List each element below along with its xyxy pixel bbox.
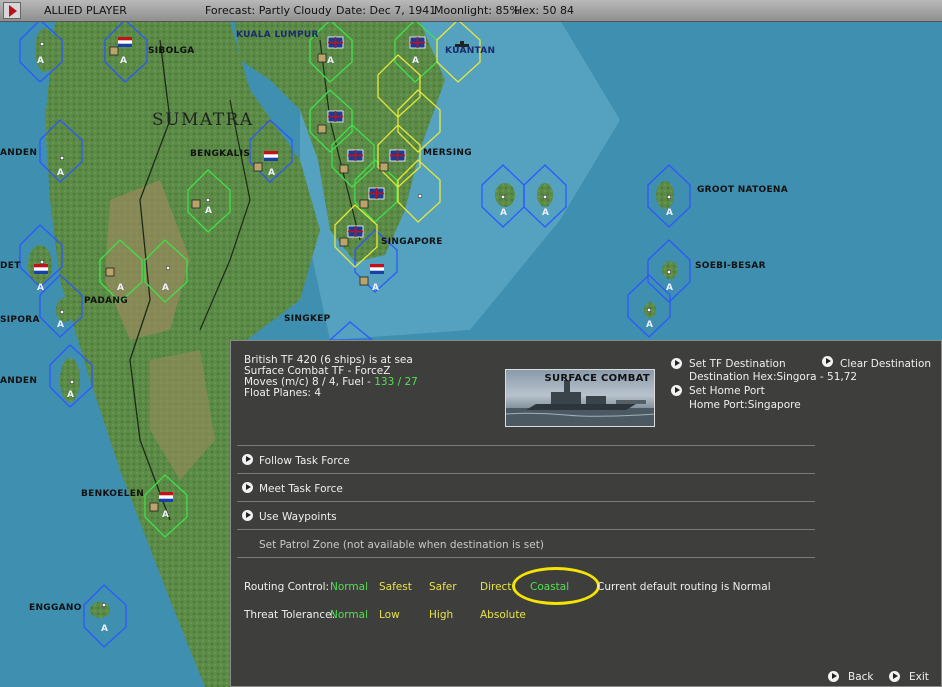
map-label-anden-north: ANDEN xyxy=(0,148,38,158)
top-status-bar: ALLIED PLAYER Forecast: Partly Cloudy Da… xyxy=(0,0,942,22)
set-patrol-zone-disabled: Set Patrol Zone (not available when dest… xyxy=(259,539,544,551)
divider xyxy=(237,501,815,502)
set-destination-button[interactable]: Set TF Destination xyxy=(689,358,786,370)
hex-letter: A xyxy=(37,283,45,293)
exit-icon[interactable] xyxy=(889,671,900,682)
map-label-anden-south: ANDEN xyxy=(0,376,38,386)
routing-control-label: Routing Control: xyxy=(244,581,330,593)
hex-letter: A xyxy=(646,320,654,330)
set-home-port-icon[interactable] xyxy=(671,385,682,396)
hex-coord-label: Hex: 50 84 xyxy=(514,4,575,17)
forecast-label: Forecast: Partly Cloudy xyxy=(205,4,332,17)
hex-letter: A xyxy=(120,56,128,66)
map-label-groot-natoena: GROOT NATOENA xyxy=(697,185,789,195)
map-label-singapore: SINGAPORE xyxy=(381,237,443,247)
hex-letter: A xyxy=(57,320,65,330)
set-destination-icon[interactable] xyxy=(671,358,682,369)
map-label-sipora: SIPORA xyxy=(0,315,40,325)
use-waypoints-button[interactable]: Use Waypoints xyxy=(259,511,337,523)
map-label-sibolga: SIBOLGA xyxy=(148,46,195,56)
clear-destination-icon[interactable] xyxy=(822,356,833,367)
current-routing-text: Current default routing is Normal xyxy=(597,581,771,593)
hex-letter: A xyxy=(666,208,674,218)
coastal-highlight-ring xyxy=(512,567,600,605)
map-label-mersing: MERSING xyxy=(423,148,472,158)
hex-letter: A xyxy=(162,510,170,520)
divider xyxy=(237,445,815,446)
routing-safer-option[interactable]: Safer xyxy=(429,581,457,593)
hex-letter: A xyxy=(327,56,335,66)
hex-letter: A xyxy=(205,206,213,216)
hex-letter: A xyxy=(500,208,508,218)
hex-letter: A xyxy=(542,208,550,218)
task-force-panel: British TF 420 (6 ships) is at sea Surfa… xyxy=(230,340,942,687)
set-home-port-button[interactable]: Set Home Port xyxy=(689,385,765,397)
routing-safest-option[interactable]: Safest xyxy=(379,581,412,593)
tf-float-planes: Float Planes: 4 xyxy=(244,387,322,399)
hex-letter: A xyxy=(372,283,380,293)
map-label-padang: PADANG xyxy=(84,296,128,306)
play-arrow-icon xyxy=(9,5,17,17)
map-label-sumatra: SUMATRA xyxy=(152,110,254,130)
threat-absolute-option[interactable]: Absolute xyxy=(480,609,526,621)
hex-letter: A xyxy=(666,283,674,293)
map-label-singkep: SINGKEP xyxy=(284,314,331,324)
meet-task-force-button[interactable]: Meet Task Force xyxy=(259,483,343,495)
home-port: Home Port:Singapore xyxy=(689,399,801,411)
map-label-det: DET xyxy=(0,261,21,271)
hex-letter: A xyxy=(57,168,65,178)
hex-letter: A xyxy=(117,283,125,293)
threat-tolerance-label: Threat Tolerance: xyxy=(244,609,336,621)
back-button[interactable]: Back xyxy=(848,671,874,683)
map-label-soebi-besar: SOEBI-BESAR xyxy=(695,261,766,271)
tf-type-picture: SURFACE COMBAT xyxy=(505,369,655,427)
hex-letter: A xyxy=(101,624,109,634)
player-label: ALLIED PLAYER xyxy=(44,4,127,17)
hex-letter: A xyxy=(37,56,45,66)
waypoints-icon[interactable] xyxy=(242,510,253,521)
routing-direct-option[interactable]: Direct xyxy=(480,581,511,593)
map-label-bengkalis: BENGKALIS xyxy=(190,149,251,159)
map-label-enggano: ENGGANO xyxy=(29,603,82,613)
hex-letter: A xyxy=(412,56,420,66)
meet-tf-icon[interactable] xyxy=(242,482,253,493)
clear-destination-button[interactable]: Clear Destination xyxy=(840,358,931,370)
divider xyxy=(237,557,815,558)
follow-tf-icon[interactable] xyxy=(242,454,253,465)
divider xyxy=(237,473,815,474)
destination-hex: Destination Hex:Singora - 51,72 xyxy=(689,371,858,383)
back-icon[interactable] xyxy=(828,671,839,682)
map-label-benkoelen: BENKOELEN xyxy=(81,489,145,499)
routing-normal-option[interactable]: Normal xyxy=(330,581,368,593)
hex-letter: A xyxy=(268,168,276,178)
threat-low-option[interactable]: Low xyxy=(379,609,400,621)
threat-high-option[interactable]: High xyxy=(429,609,453,621)
menu-arrow-button[interactable] xyxy=(3,2,21,19)
tf-type-picture-title: SURFACE COMBAT xyxy=(544,373,650,384)
map-label-kuantan: KUANTAN xyxy=(445,46,496,56)
hex-letter: A xyxy=(67,390,75,400)
tf-fuel-value: 133 / 27 xyxy=(374,376,418,388)
threat-normal-option[interactable]: Normal xyxy=(330,609,368,621)
date-label: Date: Dec 7, 1941 xyxy=(336,4,437,17)
moonlight-label: Moonlight: 85% xyxy=(434,4,520,17)
divider xyxy=(237,529,815,530)
hex-letter: A xyxy=(162,283,170,293)
follow-task-force-button[interactable]: Follow Task Force xyxy=(259,455,350,467)
map-label-kuala-lumpur: KUALA LUMPUR xyxy=(236,30,319,40)
exit-button[interactable]: Exit xyxy=(909,671,929,683)
